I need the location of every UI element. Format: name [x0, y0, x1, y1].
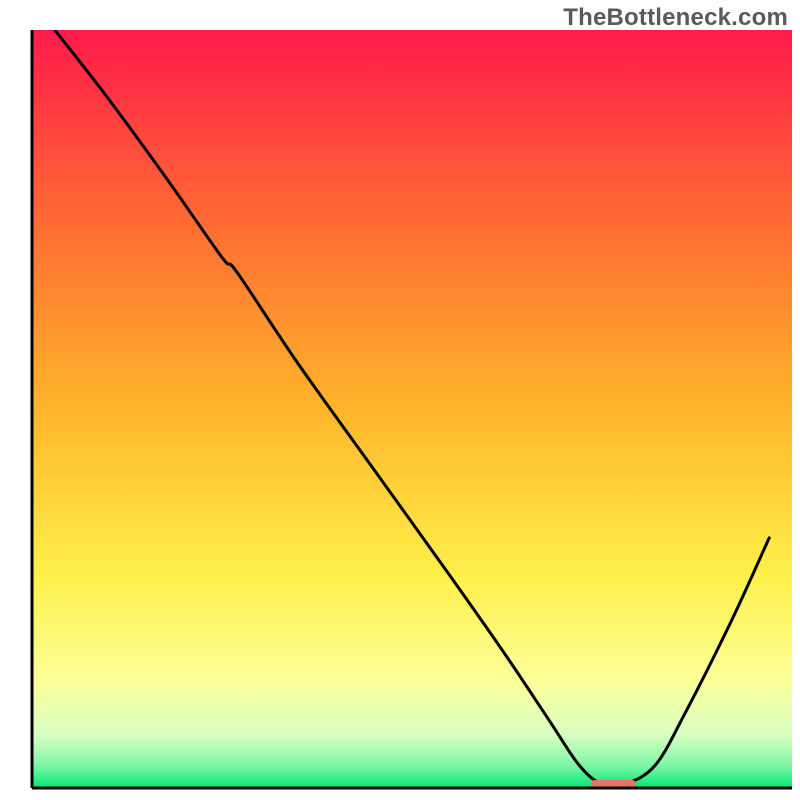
bottleneck-chart: TheBottleneck.com: [0, 0, 800, 800]
watermark-text: TheBottleneck.com: [563, 4, 788, 32]
chart-svg: [0, 0, 800, 800]
gradient-background: [32, 30, 792, 788]
